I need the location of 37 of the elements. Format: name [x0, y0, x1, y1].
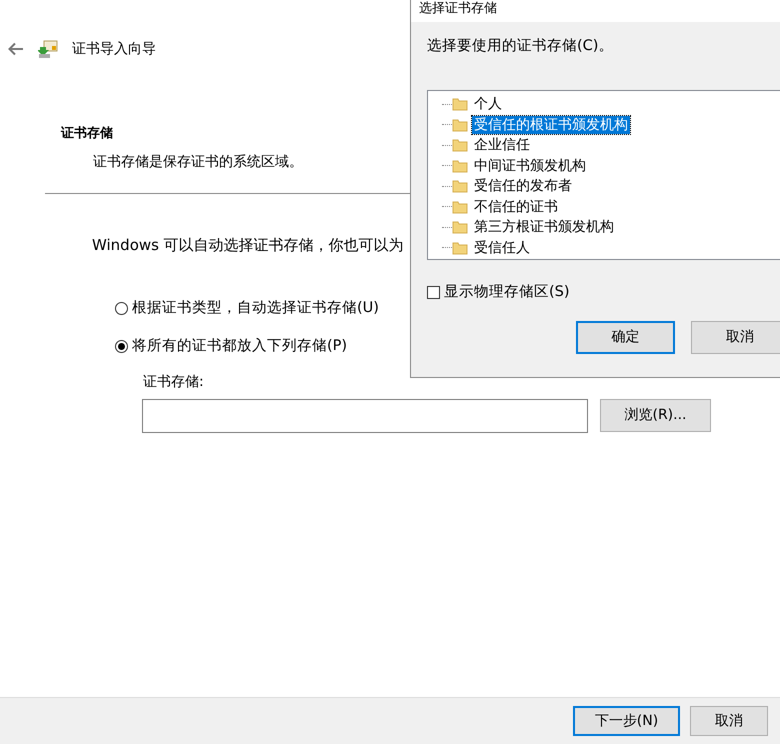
section-title: 证书存储: [61, 125, 113, 143]
cancel-button[interactable]: 取消: [690, 706, 768, 736]
ok-button[interactable]: 确定: [576, 320, 675, 354]
tree-item[interactable]: 第三方根证书颁发机构: [472, 218, 616, 236]
next-button[interactable]: 下一步(N): [573, 706, 680, 736]
cancel-button[interactable]: 取消: [690, 320, 780, 354]
checkbox-label[interactable]: 显示物理存储区(S): [444, 282, 570, 304]
wizard-title: 证书导入向导: [72, 40, 156, 58]
checkbox[interactable]: [427, 286, 440, 300]
section-description: 证书存储是保存证书的系统区域。: [93, 152, 303, 172]
field-label: 证书存储:: [143, 372, 205, 392]
folder-icon: [452, 158, 468, 172]
dialog-title: 选择证书存储: [411, 0, 780, 22]
folder-icon: [452, 179, 468, 193]
tree-item[interactable]: 中间证书颁发机构: [472, 156, 588, 174]
folder-icon: [452, 200, 468, 214]
radio-label[interactable]: 根据证书类型，自动选择证书存储(U): [132, 298, 379, 320]
intro-text: Windows 可以自动选择证书存储，你也可以为: [92, 234, 404, 256]
folder-icon: [452, 118, 468, 132]
folder-icon: [452, 138, 468, 152]
browse-button[interactable]: 浏览(R)...: [600, 398, 711, 432]
dialog-prompt: 选择要使用的证书存储(C)。: [427, 37, 614, 56]
back-arrow-icon[interactable]: [8, 42, 24, 56]
tree-item[interactable]: 受信任的发布者: [472, 177, 574, 195]
radio-label[interactable]: 将所有的证书都放入下列存储(P): [132, 336, 348, 358]
radio-button[interactable]: [115, 340, 128, 354]
tree-item[interactable]: 受信任的根证书颁发机构: [472, 116, 630, 134]
tree-item[interactable]: 企业信任: [472, 136, 532, 154]
store-field[interactable]: [142, 398, 588, 432]
radio-button[interactable]: [115, 302, 128, 316]
tree-item[interactable]: 不信任的证书: [472, 198, 560, 216]
folder-icon: [452, 240, 468, 254]
tree-item[interactable]: 个人: [472, 95, 504, 113]
folder-icon: [452, 97, 468, 111]
certificate-icon: [38, 39, 58, 59]
tree-item[interactable]: 受信任人: [472, 238, 532, 256]
folder-icon: [452, 220, 468, 234]
